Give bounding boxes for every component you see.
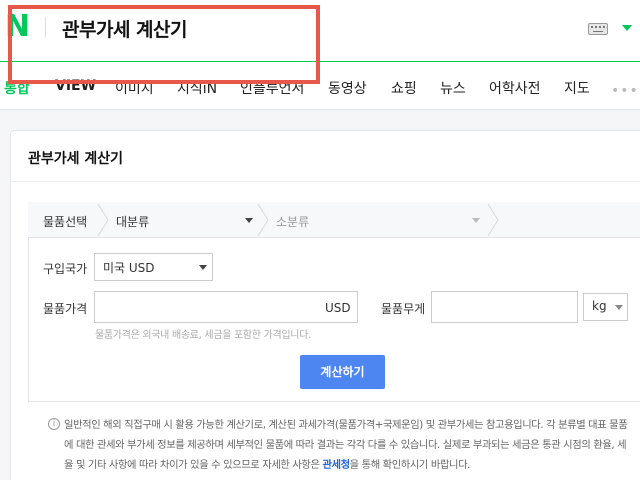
- tab-map[interactable]: 지도: [564, 78, 590, 98]
- keyboard-icon[interactable]: [588, 23, 608, 35]
- price-hint: 물품가격은 외국내 배송료, 세금을 포함한 가격입니다.: [95, 330, 311, 341]
- tab-news[interactable]: 뉴스: [440, 78, 466, 98]
- category-major-select[interactable]: 대분류: [116, 213, 149, 230]
- category-label: 물품선택: [43, 215, 88, 229]
- chevron-right-icon: [257, 204, 269, 236]
- country-label: 구입국가: [43, 262, 88, 276]
- more-tabs-icon[interactable]: •••: [611, 83, 639, 99]
- chevron-down-icon[interactable]: [245, 218, 253, 223]
- price-label: 물품가격: [43, 302, 88, 316]
- calculate-button[interactable]: 계산하기: [300, 355, 385, 389]
- category-minor-select[interactable]: 소분류: [276, 213, 309, 230]
- weight-unit-value: kg: [592, 299, 607, 313]
- chevron-down-icon: [199, 265, 207, 270]
- price-unit: USD: [325, 301, 351, 315]
- tab-dictionary[interactable]: 어학사전: [489, 78, 541, 98]
- card-divider: [10, 181, 640, 182]
- notice-text: 일반적인 해외 직접구매 시 활용 가능한 계산기로, 계산된 과세가격(물품가…: [64, 415, 629, 475]
- info-icon: i: [48, 418, 60, 430]
- dropdown-arrow-icon[interactable]: [622, 25, 632, 31]
- tab-video[interactable]: 동영상: [328, 78, 367, 98]
- country-select[interactable]: 미국 USD: [94, 253, 213, 281]
- notice-tail: 을 통해 확인하시기 바랍니다.: [349, 459, 471, 471]
- weight-input[interactable]: [431, 291, 578, 323]
- card-title: 관부가세 계산기: [28, 151, 124, 167]
- highlight-annotation: [8, 5, 320, 84]
- chevron-right-icon: [97, 204, 109, 236]
- customs-link[interactable]: 관세청: [322, 459, 350, 471]
- chevron-down-icon[interactable]: [472, 218, 480, 223]
- price-input[interactable]: [94, 291, 358, 323]
- weight-unit-select[interactable]: kg: [583, 293, 628, 321]
- country-value: 미국 USD: [103, 261, 155, 275]
- weight-label: 물품무게: [381, 302, 426, 316]
- chevron-down-icon: [615, 305, 623, 310]
- chevron-right-icon: [487, 204, 499, 236]
- tab-shopping[interactable]: 쇼핑: [391, 78, 417, 98]
